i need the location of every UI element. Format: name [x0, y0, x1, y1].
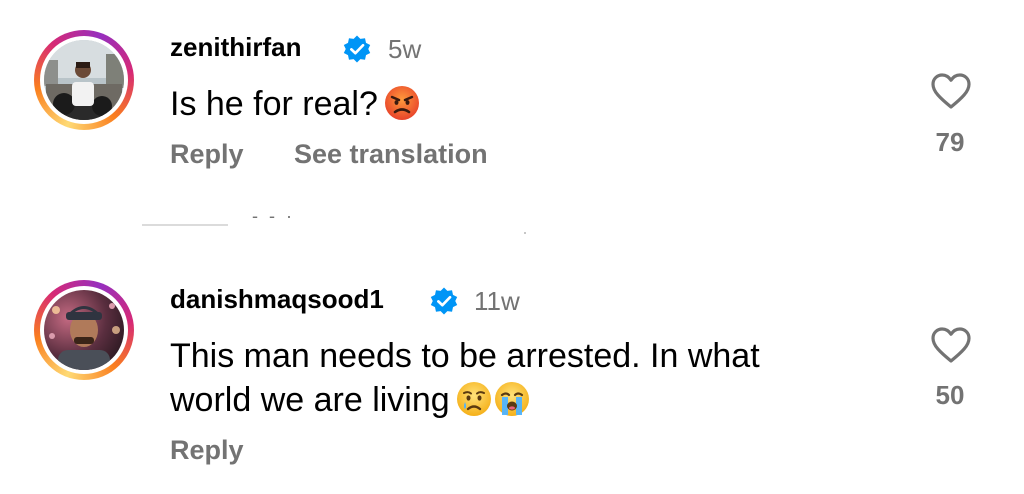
comment-text-line: This man needs to be arrested. In what [170, 337, 760, 375]
reply-button[interactable]: Reply [170, 435, 244, 466]
comment-item: danishmaqsood1 11w This man needs to be … [0, 0, 1024, 494]
comment-text-line: world we are living [170, 378, 870, 422]
heart-outline-icon[interactable] [930, 326, 972, 364]
like-count: 50 [935, 380, 965, 410]
avatar [44, 290, 124, 370]
avatar-ring-gap [40, 286, 128, 374]
comment-text-content: world we are living [170, 381, 450, 419]
avatar-story-ring[interactable] [34, 280, 134, 380]
verified-badge-icon [430, 287, 458, 315]
timestamp[interactable]: 11w [474, 286, 520, 317]
comment-text: This man needs to be arrested. In what w… [170, 334, 870, 422]
loudly-crying-face-emoji-icon [494, 382, 529, 416]
username[interactable]: danishmaqsood1 [170, 284, 384, 315]
crying-face-emoji-icon [456, 382, 491, 416]
